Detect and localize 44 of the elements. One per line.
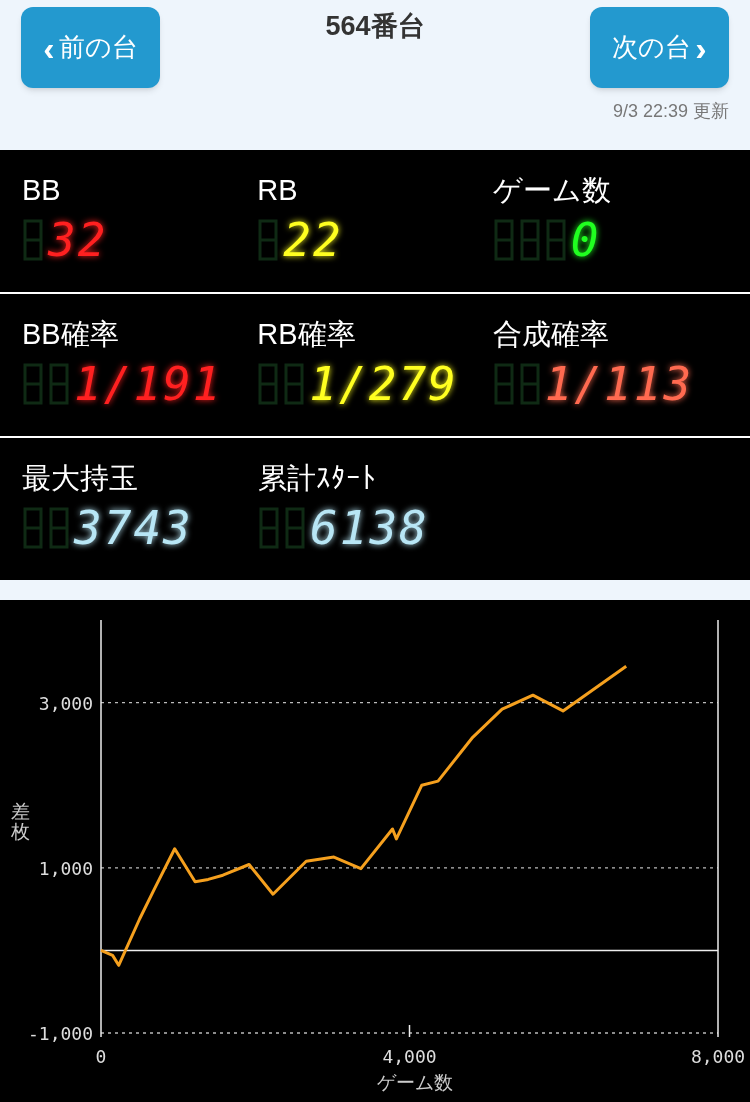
stat-label: RB	[257, 173, 299, 208]
stat-label: BB	[22, 173, 62, 208]
x-axis-title: ゲーム数	[377, 1072, 453, 1093]
unlit-digit-icon	[48, 507, 70, 549]
unlit-digit-icon	[48, 363, 70, 405]
stat-value: 22	[283, 217, 343, 263]
previous-machine-button[interactable]: ‹前の台	[21, 7, 160, 88]
update-timestamp: 9/3 22:39 更新	[612, 100, 729, 123]
x-tick-label: 8,000	[690, 1046, 746, 1067]
next-machine-button[interactable]: 次の台›	[590, 7, 729, 88]
unlit-digit-icon	[492, 219, 515, 261]
y-axis-title: 差枚	[10, 801, 30, 842]
stat-value: 3743	[74, 505, 193, 551]
unlit-digit-icon	[257, 219, 280, 261]
stat-value: 1/191	[74, 361, 223, 407]
unlit-digit-icon	[284, 507, 306, 549]
unlit-digit-icon	[283, 363, 306, 405]
unlit-digit-icon	[492, 363, 515, 405]
y-tick-label: -1,000	[27, 1023, 93, 1044]
stat-value: 32	[48, 217, 108, 263]
stat-value: 6138	[310, 505, 429, 551]
x-tick-label: 0	[95, 1046, 107, 1067]
unlit-digit-icon	[544, 219, 567, 261]
unlit-digit-icon	[518, 363, 541, 405]
unlit-digit-icon	[518, 219, 541, 261]
stat-value: 1/113	[544, 361, 694, 407]
unlit-digit-icon	[257, 363, 280, 405]
stat-value: 0	[570, 217, 601, 263]
stat-label: BB確率	[22, 317, 120, 352]
tick-mark	[408, 1024, 411, 1038]
unlit-digit-icon	[258, 507, 280, 549]
y-tick-label: 1,000	[38, 857, 93, 879]
x-tick-label: 4,000	[382, 1046, 437, 1067]
stat-value: 1/279	[309, 361, 458, 407]
machine-number-title: 564番台	[324, 10, 426, 43]
stat-label: ゲーム数	[492, 173, 612, 208]
stat-label: RB確率	[257, 317, 357, 352]
stat-label: 合成確率	[492, 317, 610, 352]
stat-label: 最大持玉	[22, 461, 139, 496]
unlit-digit-icon	[22, 219, 44, 261]
unlit-digit-icon	[22, 507, 44, 549]
y-tick-label: 3,000	[38, 692, 93, 714]
unlit-digit-icon	[22, 363, 44, 405]
stat-label: 累計ｽﾀｰﾄ	[258, 461, 377, 496]
